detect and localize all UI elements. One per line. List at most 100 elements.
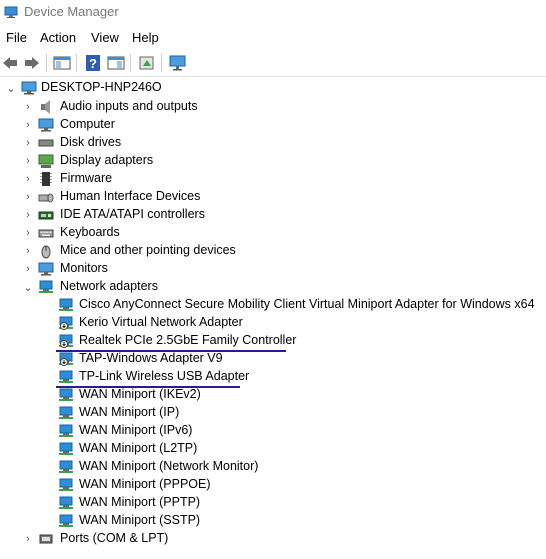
menu-help[interactable]: Help (132, 30, 159, 45)
network-adapter-icon (59, 370, 73, 383)
device-manager-icon (4, 6, 18, 18)
forward-button[interactable] (22, 53, 42, 73)
menu-action[interactable]: Action (40, 30, 76, 45)
network-adapter-item[interactable]: Kerio Virtual Network Adapter (0, 314, 546, 332)
network-adapter-icon (59, 460, 73, 473)
back-icon (3, 57, 17, 69)
back-button[interactable] (0, 53, 20, 73)
tree-item-label: Disk drives (60, 135, 122, 149)
network-adapter-icon (39, 280, 53, 293)
network-adapter-item[interactable]: WAN Miniport (IKEv2) (0, 386, 546, 404)
tree-item-ide[interactable]: › IDE ATA/ATAPI controllers (0, 206, 546, 224)
tree-item-label: Human Interface Devices (60, 189, 201, 203)
scan-hardware-changes-icon (169, 55, 186, 71)
hid-icon (38, 193, 54, 203)
ide-controller-icon (38, 211, 54, 220)
network-adapter-disabled-icon (59, 334, 73, 348)
collapse-chevron-icon[interactable]: ⌄ (21, 280, 35, 294)
network-adapter-item[interactable]: WAN Miniport (Network Monitor) (0, 458, 546, 476)
tree-item-hid[interactable]: › Human Interface Devices (0, 188, 546, 206)
menu-view[interactable]: View (91, 30, 119, 45)
computer-name: DESKTOP-HNP246O (41, 80, 162, 94)
network-adapter-icon (59, 514, 73, 527)
network-adapter-disabled-icon (59, 316, 73, 330)
scan-hardware-changes-button[interactable] (168, 53, 188, 73)
properties-button[interactable] (106, 53, 126, 73)
expand-chevron-icon[interactable]: › (21, 190, 35, 204)
tree-item-mice[interactable]: › Mice and other pointing devices (0, 242, 546, 260)
expand-chevron-icon[interactable]: › (21, 532, 35, 546)
tree-item-label: Ports (COM & LPT) (60, 531, 169, 545)
network-adapter-item[interactable]: WAN Miniport (PPTP) (0, 494, 546, 512)
properties-icon (107, 56, 125, 70)
tree-item-label: Display adapters (60, 153, 154, 167)
network-adapter-icon (59, 406, 73, 419)
help-icon: ? (86, 55, 100, 71)
tree-item-label: Audio inputs and outputs (60, 99, 198, 113)
tree-item-keyboards[interactable]: › Keyboards (0, 224, 546, 242)
tree-item-label: WAN Miniport (IP) (79, 405, 180, 419)
tree-item-computer[interactable]: › Computer (0, 116, 546, 134)
expand-chevron-icon[interactable]: › (21, 244, 35, 258)
computer-icon (21, 81, 37, 95)
network-adapter-item[interactable]: TAP-Windows Adapter V9 (0, 350, 546, 368)
disk-drive-icon (38, 139, 54, 147)
network-adapter-icon (59, 442, 73, 455)
tree-item-disk-drives[interactable]: › Disk drives (0, 134, 546, 152)
tree-item-label: Realtek PCIe 2.5GbE Family Controller (79, 333, 297, 347)
network-adapter-icon (59, 298, 73, 311)
tree-item-label: WAN Miniport (IKEv2) (79, 387, 201, 401)
port-icon (39, 534, 53, 544)
network-adapter-item[interactable]: TP-Link Wireless USB Adapter (0, 368, 546, 386)
expand-chevron-icon[interactable]: › (21, 136, 35, 150)
expand-chevron-icon[interactable]: › (21, 172, 35, 186)
tree-item-label: Keyboards (60, 225, 120, 239)
firmware-chip-icon (40, 172, 52, 186)
show-hide-console-tree-button[interactable] (52, 53, 72, 73)
expand-chevron-icon[interactable]: › (21, 262, 35, 276)
expand-chevron-icon[interactable]: › (21, 208, 35, 222)
collapse-chevron-icon[interactable]: ⌄ (4, 81, 18, 95)
update-driver-icon (139, 56, 154, 70)
monitor-icon (38, 262, 54, 276)
title-bar: Device Manager (0, 0, 546, 26)
tree-item-monitors[interactable]: › Monitors (0, 260, 546, 278)
tree-item-label: Network adapters (60, 279, 158, 293)
network-adapter-item[interactable]: Realtek PCIe 2.5GbE Family Controller (0, 332, 546, 350)
tree-item-label: TAP-Windows Adapter V9 (79, 351, 223, 365)
network-adapter-item[interactable]: WAN Miniport (PPPOE) (0, 476, 546, 494)
show-hide-console-tree-icon (53, 56, 71, 70)
mouse-icon (41, 245, 51, 259)
network-adapter-item[interactable]: WAN Miniport (IP) (0, 404, 546, 422)
tree-item-label: Monitors (60, 261, 108, 275)
tree-item-label: WAN Miniport (PPPOE) (79, 477, 211, 491)
tree-item-audio[interactable]: › Audio inputs and outputs (0, 98, 546, 116)
tree-item-ports[interactable]: › Ports (COM & LPT) (0, 530, 546, 548)
tree-item-label: WAN Miniport (SSTP) (79, 513, 201, 527)
expand-chevron-icon[interactable]: › (21, 226, 35, 240)
network-adapter-item[interactable]: Cisco AnyConnect Secure Mobility Client … (0, 296, 546, 314)
tree-item-firmware[interactable]: › Firmware (0, 170, 546, 188)
help-button[interactable]: ? (83, 53, 103, 73)
toolbar-separator (161, 54, 162, 72)
tree-root[interactable]: ⌄ DESKTOP-HNP246O (0, 79, 546, 97)
device-tree: ⌄ DESKTOP-HNP246O › Audio inputs and out… (0, 79, 546, 559)
expand-chevron-icon[interactable]: › (21, 100, 35, 114)
display-adapter-icon (38, 154, 54, 168)
toolbar-separator (76, 54, 77, 72)
network-adapter-item[interactable]: WAN Miniport (SSTP) (0, 512, 546, 530)
computer-icon (38, 118, 54, 132)
speaker-icon (41, 100, 50, 114)
network-adapter-item[interactable]: WAN Miniport (IPv6) (0, 422, 546, 440)
expand-chevron-icon[interactable]: › (21, 154, 35, 168)
tree-item-network-adapters[interactable]: ⌄ Network adapters (0, 278, 546, 296)
tree-item-label: WAN Miniport (PPTP) (79, 495, 201, 509)
tree-item-display-adapters[interactable]: › Display adapters (0, 152, 546, 170)
menu-file[interactable]: File (6, 30, 27, 45)
network-adapter-item[interactable]: WAN Miniport (L2TP) (0, 440, 546, 458)
svg-text:?: ? (89, 56, 97, 71)
update-driver-button[interactable] (137, 53, 157, 73)
window-title: Device Manager (24, 4, 119, 19)
tree-item-label: WAN Miniport (IPv6) (79, 423, 193, 437)
expand-chevron-icon[interactable]: › (21, 118, 35, 132)
